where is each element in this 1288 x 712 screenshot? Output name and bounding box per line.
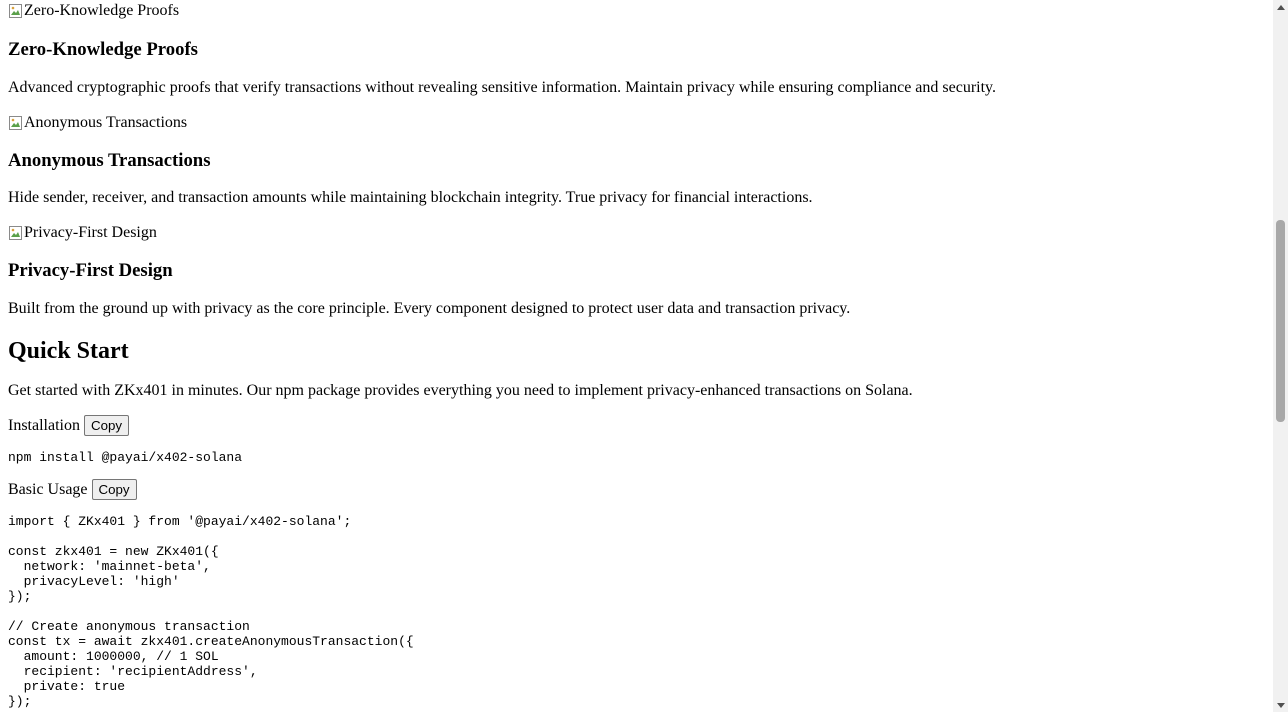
feature-image: Anonymous Transactions [8,112,1273,133]
feature-description: Built from the ground up with privacy as… [8,300,851,317]
feature-image-alt: Privacy-First Design [24,223,157,241]
feature-image-alt: Zero-Knowledge Proofs [24,1,180,19]
quick-start-intro: Get started with ZKx401 in minutes. Our … [8,382,913,399]
broken-image-icon [8,115,24,131]
feature-title: Privacy-First Design [8,260,173,281]
feature-description: Advanced cryptographic proofs that verif… [8,79,996,96]
feature-zero-knowledge: Zero-Knowledge Proofs Zero-Knowledge Pro… [8,0,1273,98]
feature-image: Privacy-First Design [8,222,1273,243]
page: Zero-Knowledge Proofs Zero-Knowledge Pro… [0,0,1273,712]
copy-basic-usage-button[interactable]: Copy [91,479,137,500]
feature-description: Hide sender, receiver, and transaction a… [8,189,813,206]
scrollbar-thumb[interactable] [1276,220,1285,422]
scroll-down-arrow-icon[interactable] [1273,698,1288,712]
installation-code: npm install @payai/x402-solana [8,450,243,465]
feature-title: Zero-Knowledge Proofs [8,39,198,60]
basic-usage-code: import { ZKx401 } from '@payai/x402-sola… [8,514,414,709]
quick-start-section: Quick Start Get started with ZKx401 in m… [8,337,1273,709]
feature-title: Anonymous Transactions [8,150,211,171]
quick-start-heading: Quick Start [8,338,129,364]
broken-image-icon [8,3,24,19]
basic-usage-label: Basic Usage [8,480,88,498]
main-content: Zero-Knowledge Proofs Zero-Knowledge Pro… [8,0,1273,710]
installation-header: Installation Copy [8,415,1273,436]
vertical-scrollbar[interactable] [1273,0,1288,712]
feature-image: Zero-Knowledge Proofs [8,0,1273,21]
feature-privacy-first: Privacy-First Design Privacy-First Desig… [8,222,1273,319]
feature-image-alt: Anonymous Transactions [24,113,188,131]
scroll-up-arrow-icon[interactable] [1273,0,1288,14]
broken-image-icon [8,225,24,241]
feature-anonymous-transactions: Anonymous Transactions Anonymous Transac… [8,112,1273,208]
copy-installation-button[interactable]: Copy [83,415,130,436]
basic-usage-header: Basic Usage Copy [8,479,1273,500]
installation-label: Installation [8,416,80,434]
